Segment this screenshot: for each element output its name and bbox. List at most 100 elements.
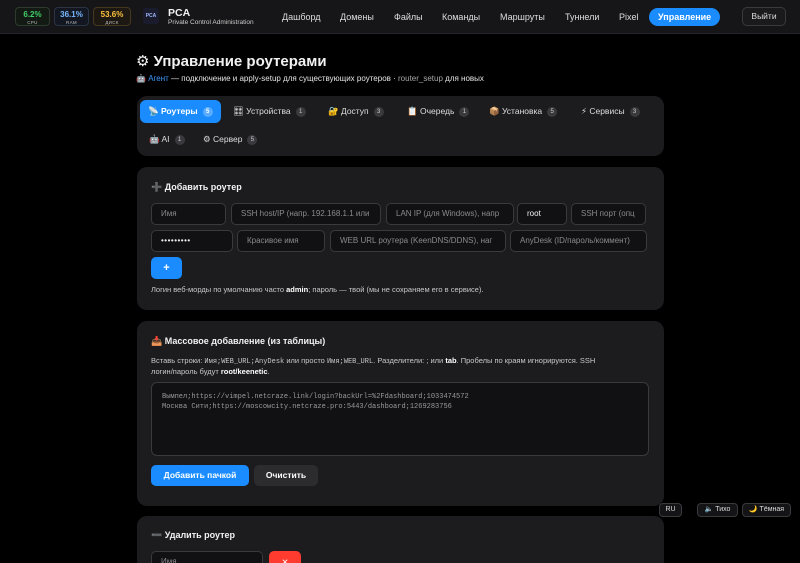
satellite-icon: 📡: [148, 106, 159, 116]
tab-label: AI: [161, 134, 170, 144]
ssh-host-input[interactable]: SSH host/IP (напр. 192.168.1.1 или: [231, 203, 381, 225]
hint-text: ; пароль — твой (мы не сохраняем его в с…: [308, 285, 484, 294]
nav-domains[interactable]: Домены: [340, 8, 374, 26]
nav-tunnels[interactable]: Туннели: [565, 8, 599, 26]
ssh-user-input[interactable]: root: [517, 203, 567, 225]
tab-count: 1: [459, 107, 470, 117]
router-setup-code: router_setup: [398, 74, 443, 83]
tab-count: 5: [247, 135, 258, 145]
tab-server[interactable]: ⚙ Сервер 5: [203, 128, 258, 151]
package-icon: 📦: [489, 106, 500, 116]
bulk-add-card: 📥 Массовое добавление (из таблицы) Встав…: [137, 321, 664, 506]
lock-key-icon: 🔐: [328, 106, 339, 116]
tab-routers[interactable]: 📡 Роутеры 5: [140, 100, 221, 123]
tab-label: Доступ: [340, 106, 369, 116]
tab-count: 5: [547, 107, 558, 117]
ram-stat: 36.1% RAM: [54, 7, 89, 26]
cpu-stat: 6.2% CPU: [15, 7, 50, 26]
add-router-title: ➕ Добавить роутер: [151, 182, 242, 192]
tab-label: Устройства: [246, 106, 291, 116]
sound-toggle[interactable]: 🔈 Тихо: [697, 503, 738, 517]
subtitle-end: для новых: [442, 74, 484, 83]
hint-text: . Пробелы по краям игнорируются. SSH: [456, 356, 596, 365]
page-title: ⚙ Управление роутерами: [136, 53, 327, 70]
ram-value: 36.1%: [60, 10, 83, 19]
brand-title: PCA: [168, 7, 191, 19]
hint-credentials: root/keenetic: [220, 367, 268, 376]
tab-count: 1: [295, 107, 306, 117]
hint-code: Имя;WEB_URL: [326, 358, 374, 366]
hint-tab: tab: [445, 356, 457, 365]
tab-queue[interactable]: 📋 Очередь 1: [407, 100, 470, 123]
tab-services[interactable]: ⚡ Сервисы 3: [581, 100, 640, 123]
tab-count: 3: [629, 107, 640, 117]
tab-label: Установка: [501, 106, 543, 116]
add-router-card: ➕ Добавить роутер Имя SSH host/IP (напр.…: [137, 167, 664, 310]
disk-label: ДИСК: [105, 20, 119, 25]
lightning-icon: ⚡: [581, 106, 587, 116]
tab-count: 3: [373, 107, 384, 117]
hint-code: Имя;WEB_URL;AnyDesk: [204, 358, 285, 366]
hint-text: Логин веб-морды по умолчанию часто: [151, 285, 287, 294]
logo-icon: PCA: [143, 8, 159, 24]
name-input[interactable]: Имя: [151, 203, 226, 225]
tab-count: 5: [202, 107, 213, 117]
cpu-value: 6.2%: [23, 10, 42, 19]
password-input[interactable]: •••••••••: [151, 230, 233, 252]
ssh-port-input[interactable]: SSH порт (опц: [571, 203, 646, 225]
tab-devices[interactable]: 🎛 Устройства 1: [233, 100, 306, 123]
tab-count: 1: [174, 135, 185, 145]
cpu-label: CPU: [27, 20, 38, 25]
tab-label: Роутеры: [160, 106, 198, 116]
robot-icon: 🤖: [136, 74, 146, 83]
tabs-card: 📡 Роутеры 5 🎛 Устройства 1 🔐 Доступ 3 📋 Оче…: [137, 96, 664, 156]
tab-access[interactable]: 🔐 Доступ 3: [328, 100, 384, 123]
language-button[interactable]: RU: [659, 503, 682, 517]
hint-text: .: [267, 367, 270, 376]
bulk-add-title: 📥 Массовое добавление (из таблицы): [151, 336, 326, 346]
tab-label: Сервер: [213, 134, 243, 144]
clipboard-icon: 📋: [407, 106, 418, 116]
hint-text: . Разделители:: [373, 356, 427, 365]
hint-text: ; или: [426, 356, 446, 365]
delete-router-card: ➖ Удалить роутер Имя ✕: [137, 516, 664, 563]
logout-button[interactable]: Выйти: [742, 7, 786, 26]
tab-install[interactable]: 📦 Установка 5: [489, 100, 558, 123]
bulk-textarea[interactable]: Вымпел;https://vimpel.netcraze.link/logi…: [151, 382, 649, 456]
subtitle-text: — подключение и apply-setup для существу…: [168, 74, 398, 83]
control-knobs-icon: 🎛: [233, 106, 244, 116]
bulk-add-button[interactable]: Добавить пачкой: [151, 465, 249, 486]
clear-button[interactable]: Очистить: [254, 465, 318, 486]
add-router-hint: Логин веб-морды по умолчанию часто admin…: [151, 285, 484, 295]
delete-button[interactable]: ✕: [269, 551, 301, 563]
bulk-add-hint: Вставь строки: Имя;WEB_URL;AnyDesk или п…: [151, 356, 651, 377]
delete-name-input[interactable]: Имя: [151, 551, 263, 563]
hint-admin: admin: [286, 285, 309, 294]
web-url-input[interactable]: WEB URL роутера (KeenDNS/DDNS), наг: [330, 230, 506, 252]
tab-label: Очередь: [419, 106, 455, 116]
anydesk-input[interactable]: AnyDesk (ID/пароль/коммент): [510, 230, 647, 252]
disk-stat: 53.6% ДИСК: [93, 7, 131, 26]
hint-text: логин/пароль будут: [151, 367, 221, 376]
nav-commands[interactable]: Команды: [442, 8, 480, 26]
tab-ai[interactable]: 🤖 AI 1: [149, 128, 185, 151]
nav-files[interactable]: Файлы: [394, 8, 423, 26]
tab-label: Сервисы: [589, 106, 625, 116]
top-bar: 6.2% CPU 36.1% RAM 53.6% ДИСК PCA PCA Pr…: [0, 0, 800, 34]
nav-routes[interactable]: Маршруты: [500, 8, 545, 26]
agent-link[interactable]: Агент: [148, 74, 169, 83]
ram-label: RAM: [66, 20, 77, 25]
add-router-button[interactable]: +: [151, 257, 182, 279]
lan-ip-input[interactable]: LAN IP (для Windows), напр: [386, 203, 514, 225]
page-subtitle: 🤖 Агент — подключение и apply-setup для …: [136, 74, 484, 83]
robot-icon: 🤖: [149, 134, 160, 144]
pretty-name-input[interactable]: Красивое имя: [237, 230, 325, 252]
nav-dashboard[interactable]: Дашборд: [282, 8, 321, 26]
gear-icon: ⚙: [203, 134, 211, 144]
nav-management[interactable]: Управление: [649, 8, 721, 26]
theme-toggle[interactable]: 🌙 Тёмная: [742, 503, 791, 517]
disk-value: 53.6%: [100, 10, 124, 19]
hint-text: Вставь строки:: [151, 356, 205, 365]
brand-subtitle: Private Control Administration: [168, 19, 254, 26]
nav-pixel[interactable]: Pixel: [619, 8, 639, 26]
